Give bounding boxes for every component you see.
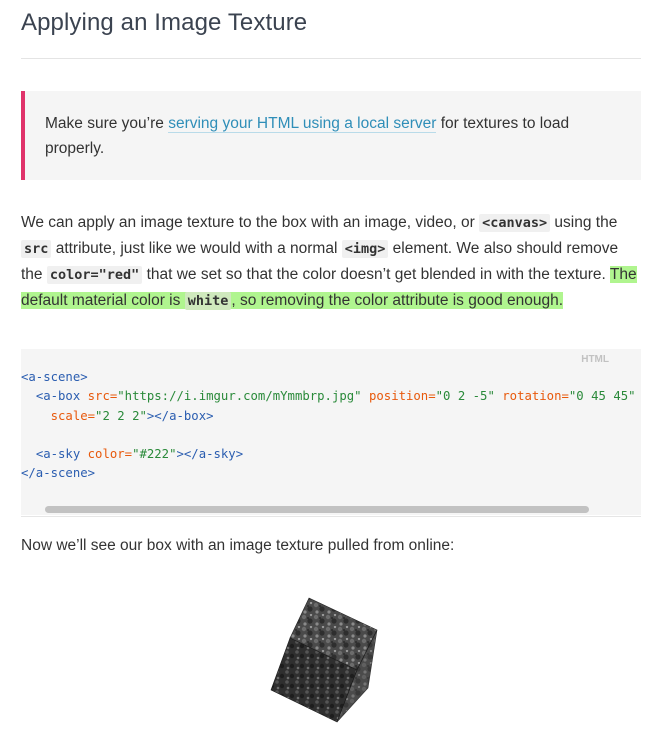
code-token: position= (368, 389, 436, 404)
page-title: Applying an Image Texture (21, 9, 308, 36)
code-token: ></a-sky> (176, 447, 244, 462)
text-fragment: We can apply an image texture to the box… (21, 214, 480, 231)
code-block: HTML <a-scene> <a-box src="https://i.img… (21, 349, 641, 515)
code-content: <a-scene> <a-box src="https://i.imgur.co… (21, 368, 636, 484)
inline-code-white: white (184, 292, 232, 310)
code-token: scale= (50, 408, 96, 423)
code-token: "0 2 -5" (435, 389, 495, 404)
divider (21, 58, 641, 59)
code-token: rotation= (502, 389, 569, 404)
local-server-link[interactable]: serving your HTML using a local server (168, 115, 437, 133)
code-token: "https://i.imgur.com/mYmmbrp.jpg" (117, 389, 362, 404)
note-text-before: Make sure you’re (45, 115, 169, 132)
code-scrollbar-thumb[interactable] (45, 506, 589, 513)
textured-cube-image (270, 597, 378, 723)
code-language-label: HTML (581, 354, 609, 365)
highlight-fragment: , so removing the color attribute is goo… (231, 292, 564, 309)
inline-code-canvas: <canvas> (479, 214, 551, 232)
inline-code-color-red: color="red" (46, 266, 143, 284)
divider (21, 516, 641, 517)
code-token: "2 2 2" (95, 408, 147, 423)
code-token: <a-box (35, 389, 81, 404)
result-paragraph: Now we’ll see our box with an image text… (21, 537, 455, 554)
text-fragment: using the (550, 214, 618, 231)
text-fragment: that we set so that the color doesn’t ge… (142, 266, 610, 283)
inline-code-src: src (21, 240, 52, 258)
body-paragraph: We can apply an image texture to the box… (21, 210, 643, 314)
text-fragment: attribute, just like we would with a nor… (51, 240, 342, 257)
code-token: <a-scene> (21, 370, 88, 384)
code-token: </a-scene> (21, 466, 96, 481)
code-token: src= (87, 389, 118, 404)
inline-code-img: <img> (341, 240, 389, 258)
code-token: "0 45 45" (568, 389, 636, 404)
code-token: "#222" (132, 447, 177, 462)
callout-note: Make sure you’re serving your HTML using… (21, 91, 641, 180)
code-token: ></a-box> (146, 408, 214, 423)
code-token: color= (87, 447, 133, 462)
code-token: <a-sky (35, 447, 81, 462)
